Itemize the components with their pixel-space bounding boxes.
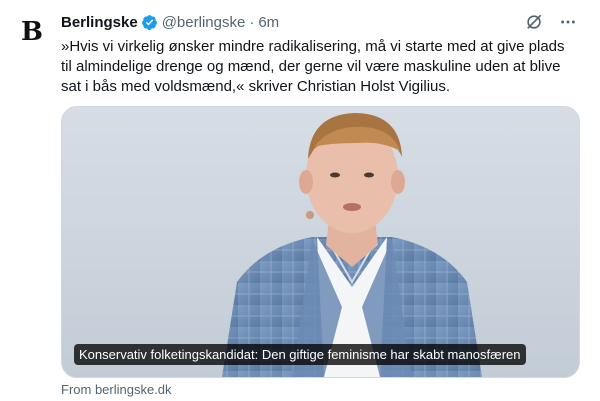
header-actions (524, 12, 578, 32)
more-icon[interactable] (558, 12, 578, 32)
card-source-link[interactable]: From berlingske.dk (61, 382, 172, 397)
account-handle[interactable]: @berlingske (162, 14, 246, 31)
tweet-text: »Hvis vi virkelig ønsker mindre radikali… (61, 38, 565, 95)
grok-icon[interactable] (524, 12, 544, 32)
avatar[interactable]: B (12, 12, 52, 52)
verified-badge-icon (141, 14, 158, 31)
separator-dot: · (249, 13, 255, 31)
avatar-logo: B (21, 17, 43, 47)
card-caption: Konservativ folketingskandidat: Den gift… (74, 344, 526, 365)
timestamp[interactable]: 6m (258, 14, 279, 31)
display-name[interactable]: Berlingske (61, 14, 138, 31)
article-photo (62, 107, 579, 377)
link-card[interactable]: Konservativ folketingskandidat: Den gift… (61, 106, 580, 378)
tweet-header: Berlingske @berlingske · 6m (61, 12, 279, 32)
